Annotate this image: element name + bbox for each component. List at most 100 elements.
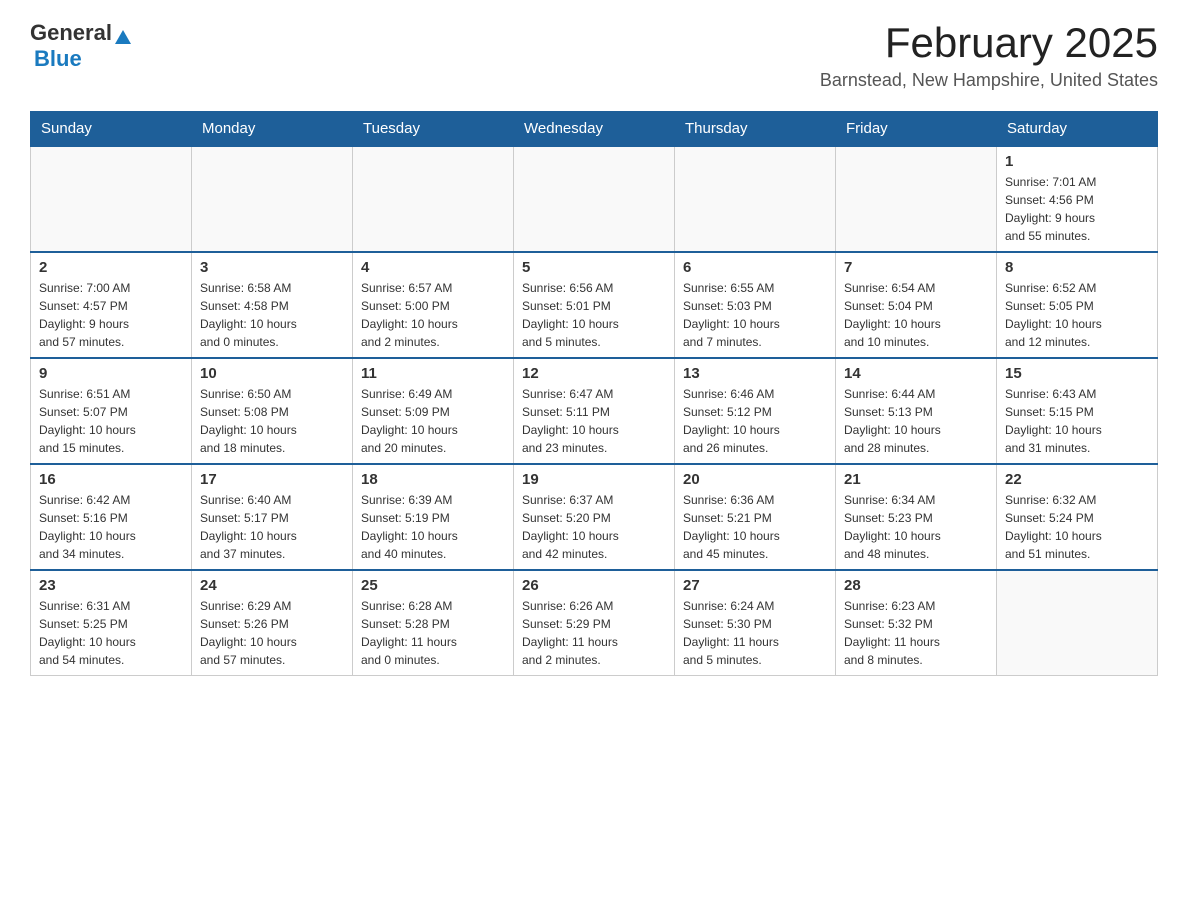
day-number: 25 — [361, 577, 505, 594]
day-number: 18 — [361, 471, 505, 488]
week-row-4: 16Sunrise: 6:42 AM Sunset: 5:16 PM Dayli… — [31, 464, 1158, 570]
day-number: 22 — [1005, 471, 1149, 488]
day-header-wednesday: Wednesday — [514, 112, 675, 147]
day-header-friday: Friday — [836, 112, 997, 147]
day-number: 21 — [844, 471, 988, 488]
calendar-cell: 9 Sunrise: 6:51 AM Sunset: 5:07 PM Daylig… — [31, 358, 192, 464]
day-info: Sunrise: 6:43 AM Sunset: 5:15 PM Dayligh… — [1005, 385, 1149, 457]
calendar-cell: 14 Sunrise: 6:44 AM Sunset: 5:13 PM Dayli… — [836, 358, 997, 464]
calendar-cell: 7Sunrise: 6:54 AM Sunset: 5:04 PM Daylig… — [836, 252, 997, 358]
day-number: 26 — [522, 577, 666, 594]
day-number: 16 — [39, 471, 183, 488]
calendar-cell — [31, 146, 192, 252]
calendar-cell: 6 Sunrise: 6:55 AM Sunset: 5:03 PM Daylig… — [675, 252, 836, 358]
day-info: Sunrise: 6:56 AM Sunset: 5:01 PM Dayligh… — [522, 279, 666, 351]
day-number: 27 — [683, 577, 827, 594]
day-info: Sunrise: 6:57 AM Sunset: 5:00 PM Dayligh… — [361, 279, 505, 351]
calendar-cell: 3 Sunrise: 6:58 AM Sunset: 4:58 PM Daylig… — [192, 252, 353, 358]
day-number: 2 — [39, 259, 183, 276]
day-number: 12 — [522, 365, 666, 382]
calendar-cell: 23Sunrise: 6:31 AM Sunset: 5:25 PM Dayli… — [31, 570, 192, 676]
day-number: 20 — [683, 471, 827, 488]
day-info: Sunrise: 6:29 AM Sunset: 5:26 PM Dayligh… — [200, 597, 344, 669]
day-info: Sunrise: 6:58 AM Sunset: 4:58 PM Dayligh… — [200, 279, 344, 351]
day-info: Sunrise: 6:31 AM Sunset: 5:25 PM Dayligh… — [39, 597, 183, 669]
calendar-cell: 18 Sunrise: 6:39 AM Sunset: 5:19 PM Dayli… — [353, 464, 514, 570]
day-info: Sunrise: 6:55 AM Sunset: 5:03 PM Dayligh… — [683, 279, 827, 351]
calendar-cell: 11Sunrise: 6:49 AM Sunset: 5:09 PM Dayli… — [353, 358, 514, 464]
calendar-cell: 5 Sunrise: 6:56 AM Sunset: 5:01 PM Daylig… — [514, 252, 675, 358]
day-info: Sunrise: 6:32 AM Sunset: 5:24 PM Dayligh… — [1005, 491, 1149, 563]
day-header-saturday: Saturday — [997, 112, 1158, 147]
day-number: 8 — [1005, 259, 1149, 276]
day-number: 19 — [522, 471, 666, 488]
calendar-cell — [836, 146, 997, 252]
day-header-monday: Monday — [192, 112, 353, 147]
day-number: 6 — [683, 259, 827, 276]
day-info: Sunrise: 6:44 AM Sunset: 5:13 PM Dayligh… — [844, 385, 988, 457]
day-info: Sunrise: 6:40 AM Sunset: 5:17 PM Dayligh… — [200, 491, 344, 563]
day-number: 4 — [361, 259, 505, 276]
day-info: Sunrise: 6:28 AM Sunset: 5:28 PM Dayligh… — [361, 597, 505, 669]
calendar-cell — [353, 146, 514, 252]
logo: General Blue — [30, 20, 131, 72]
day-info: Sunrise: 6:24 AM Sunset: 5:30 PM Dayligh… — [683, 597, 827, 669]
day-number: 17 — [200, 471, 344, 488]
day-info: Sunrise: 6:47 AM Sunset: 5:11 PM Dayligh… — [522, 385, 666, 457]
day-info: Sunrise: 6:51 AM Sunset: 5:07 PM Dayligh… — [39, 385, 183, 457]
day-info: Sunrise: 6:34 AM Sunset: 5:23 PM Dayligh… — [844, 491, 988, 563]
calendar-cell — [997, 570, 1158, 676]
calendar-cell: 8 Sunrise: 6:52 AM Sunset: 5:05 PM Daylig… — [997, 252, 1158, 358]
day-header-sunday: Sunday — [31, 112, 192, 147]
calendar-cell: 1 Sunrise: 7:01 AM Sunset: 4:56 PM Daylig… — [997, 146, 1158, 252]
calendar-cell: 12 Sunrise: 6:47 AM Sunset: 5:11 PM Dayli… — [514, 358, 675, 464]
day-info: Sunrise: 6:52 AM Sunset: 5:05 PM Dayligh… — [1005, 279, 1149, 351]
week-row-1: 1 Sunrise: 7:01 AM Sunset: 4:56 PM Daylig… — [31, 146, 1158, 252]
day-number: 24 — [200, 577, 344, 594]
day-info: Sunrise: 6:39 AM Sunset: 5:19 PM Dayligh… — [361, 491, 505, 563]
logo-triangle-icon — [115, 30, 131, 44]
calendar-cell: 25 Sunrise: 6:28 AM Sunset: 5:28 PM Dayli… — [353, 570, 514, 676]
day-info: Sunrise: 6:46 AM Sunset: 5:12 PM Dayligh… — [683, 385, 827, 457]
calendar-cell: 16Sunrise: 6:42 AM Sunset: 5:16 PM Dayli… — [31, 464, 192, 570]
day-number: 5 — [522, 259, 666, 276]
day-info: Sunrise: 6:50 AM Sunset: 5:08 PM Dayligh… — [200, 385, 344, 457]
page-header: General Blue February 2025 Barnstead, Ne… — [30, 20, 1158, 91]
calendar-cell: 24 Sunrise: 6:29 AM Sunset: 5:26 PM Dayli… — [192, 570, 353, 676]
calendar-cell: 20 Sunrise: 6:36 AM Sunset: 5:21 PM Dayli… — [675, 464, 836, 570]
day-number: 15 — [1005, 365, 1149, 382]
day-info: Sunrise: 6:37 AM Sunset: 5:20 PM Dayligh… — [522, 491, 666, 563]
day-number: 13 — [683, 365, 827, 382]
day-info: Sunrise: 7:00 AM Sunset: 4:57 PM Dayligh… — [39, 279, 183, 351]
week-row-2: 2 Sunrise: 7:00 AM Sunset: 4:57 PM Daylig… — [31, 252, 1158, 358]
calendar-cell: 17 Sunrise: 6:40 AM Sunset: 5:17 PM Dayli… — [192, 464, 353, 570]
day-info: Sunrise: 7:01 AM Sunset: 4:56 PM Dayligh… — [1005, 173, 1149, 245]
day-number: 14 — [844, 365, 988, 382]
calendar-cell: 2 Sunrise: 7:00 AM Sunset: 4:57 PM Daylig… — [31, 252, 192, 358]
day-number: 10 — [200, 365, 344, 382]
title-area: February 2025 Barnstead, New Hampshire, … — [820, 20, 1158, 91]
day-number: 3 — [200, 259, 344, 276]
day-info: Sunrise: 6:26 AM Sunset: 5:29 PM Dayligh… — [522, 597, 666, 669]
day-info: Sunrise: 6:49 AM Sunset: 5:09 PM Dayligh… — [361, 385, 505, 457]
calendar-cell: 13 Sunrise: 6:46 AM Sunset: 5:12 PM Dayli… — [675, 358, 836, 464]
calendar-cell: 28Sunrise: 6:23 AM Sunset: 5:32 PM Dayli… — [836, 570, 997, 676]
day-info: Sunrise: 6:36 AM Sunset: 5:21 PM Dayligh… — [683, 491, 827, 563]
calendar-header-row: SundayMondayTuesdayWednesdayThursdayFrid… — [31, 112, 1158, 147]
calendar-cell: 10 Sunrise: 6:50 AM Sunset: 5:08 PM Dayli… — [192, 358, 353, 464]
location-title: Barnstead, New Hampshire, United States — [820, 70, 1158, 91]
calendar-table: SundayMondayTuesdayWednesdayThursdayFrid… — [30, 111, 1158, 676]
calendar-cell — [192, 146, 353, 252]
day-number: 9 — [39, 365, 183, 382]
calendar-cell — [514, 146, 675, 252]
calendar-cell: 19 Sunrise: 6:37 AM Sunset: 5:20 PM Dayli… — [514, 464, 675, 570]
week-row-5: 23Sunrise: 6:31 AM Sunset: 5:25 PM Dayli… — [31, 570, 1158, 676]
calendar-cell: 22 Sunrise: 6:32 AM Sunset: 5:24 PM Dayli… — [997, 464, 1158, 570]
day-number: 1 — [1005, 153, 1149, 170]
logo-general-text: General — [30, 20, 112, 46]
calendar-cell: 27 Sunrise: 6:24 AM Sunset: 5:30 PM Dayli… — [675, 570, 836, 676]
day-number: 28 — [844, 577, 988, 594]
day-number: 7 — [844, 259, 988, 276]
month-title: February 2025 — [820, 20, 1158, 66]
calendar-cell: 21 Sunrise: 6:34 AM Sunset: 5:23 PM Dayli… — [836, 464, 997, 570]
